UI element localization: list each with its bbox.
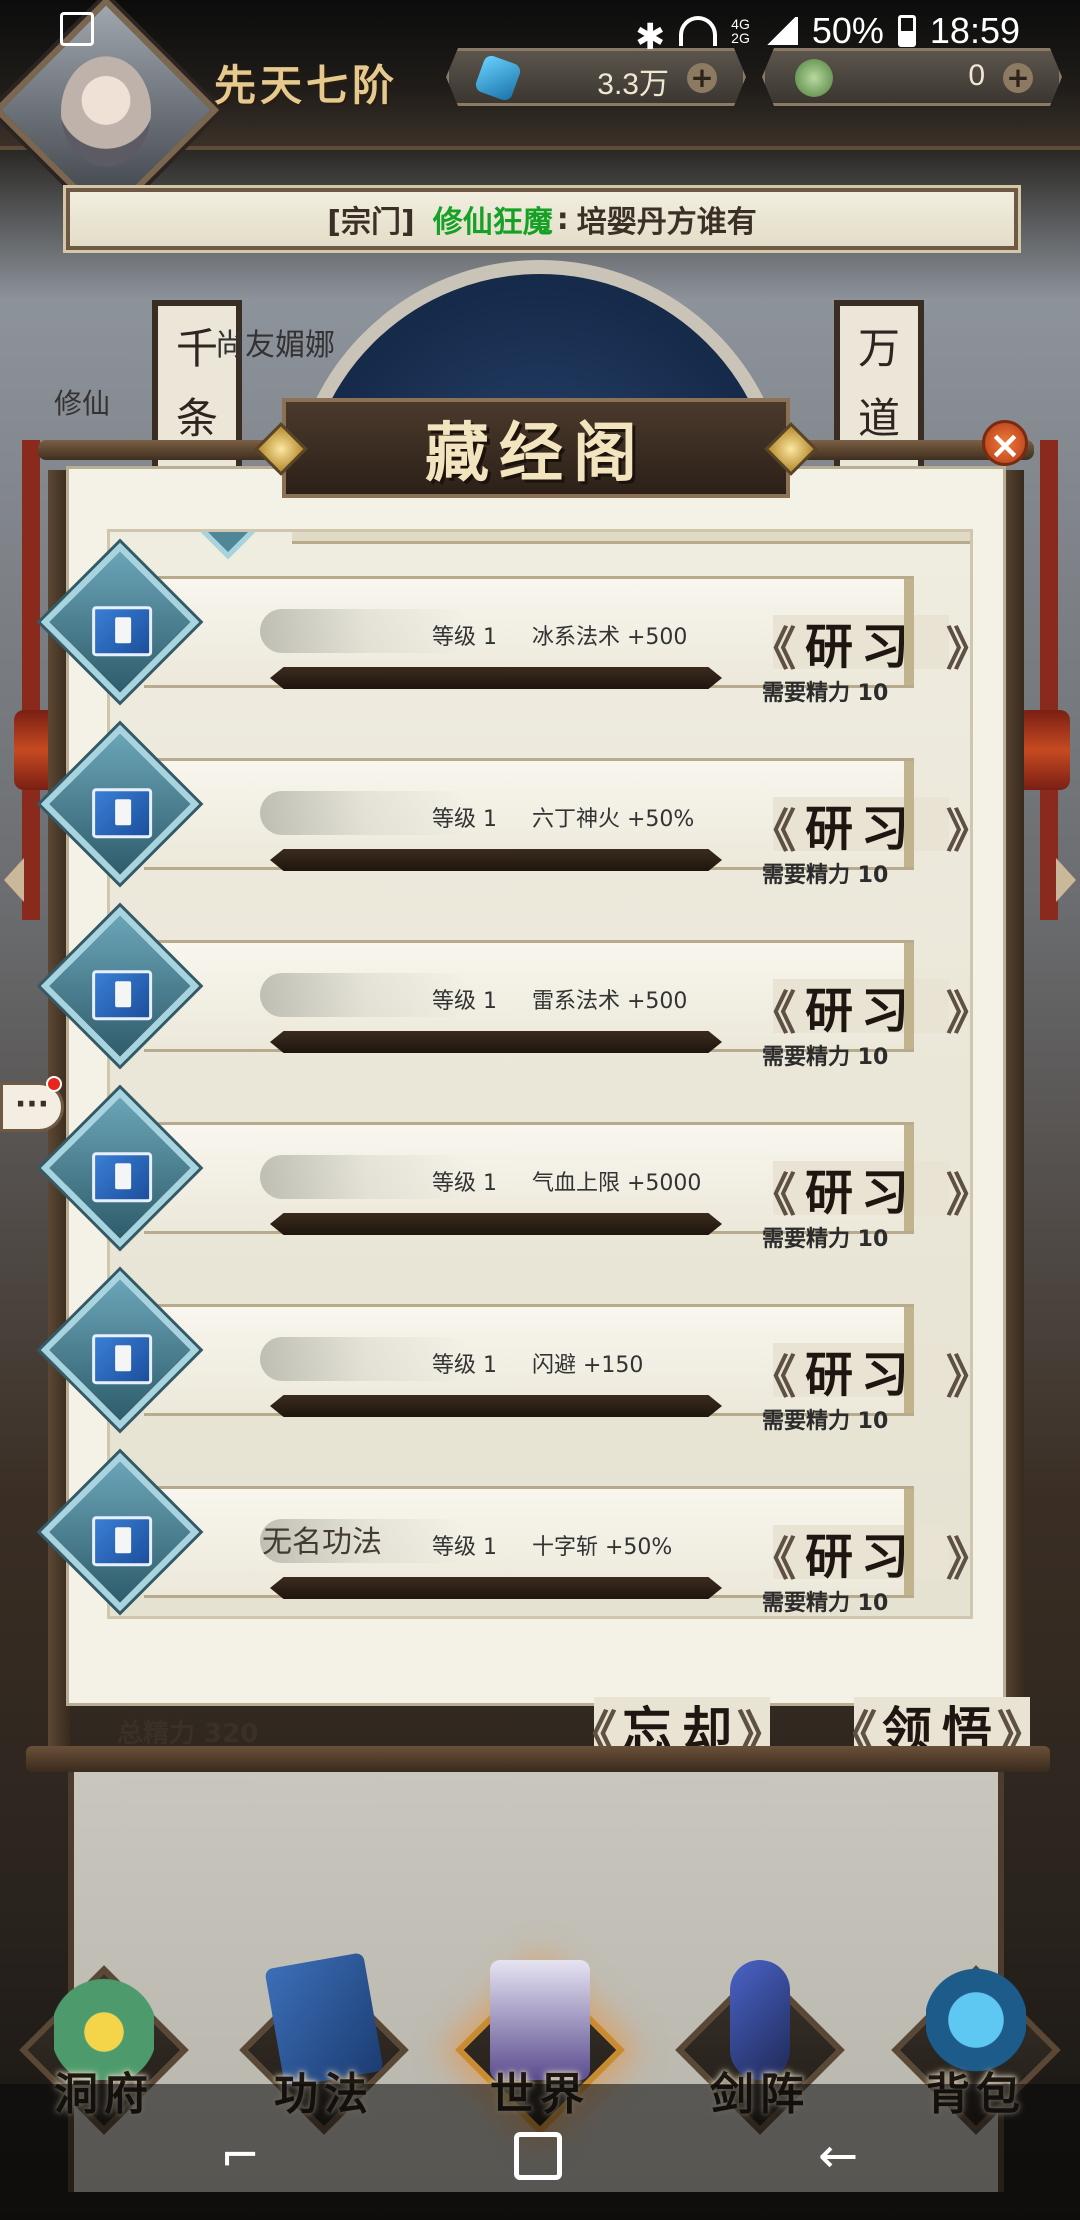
partial-row-card <box>292 532 970 544</box>
skill-progress-bar <box>270 1213 722 1235</box>
clock: 18:59 <box>929 10 1020 51</box>
network-4g: 4G <box>731 16 750 32</box>
jade-value: 0 <box>968 59 985 92</box>
skill-progress-bar <box>270 1031 722 1053</box>
next-arrow-icon[interactable] <box>1056 858 1076 902</box>
network-type: 4G 2G <box>731 17 750 45</box>
skill-card: 等级 1 闪避 +150 研习需要精力 10 <box>144 1304 972 1434</box>
skill-level: 等级 1 <box>432 1171 497 1196</box>
partial-player-value: 修仙 <box>54 387 111 420</box>
network-2g: 2G <box>731 30 750 46</box>
recent-apps-icon[interactable]: ⌐ <box>220 2128 260 2184</box>
energy-requirement: 需要精力 10 <box>762 863 889 888</box>
add-jade-button[interactable]: + <box>1003 63 1033 93</box>
energy-requirement: 需要精力 10 <box>762 1045 889 1070</box>
close-button[interactable]: × <box>982 420 1028 467</box>
skill-level: 等级 1 <box>432 1535 497 1560</box>
spirit-stone-value: 3.3万 <box>597 68 669 101</box>
panel-title-plaque: 藏经阁 <box>254 398 818 498</box>
study-button[interactable]: 研习 <box>750 1341 972 1407</box>
skill-level: 等级 1 <box>432 989 497 1014</box>
book-icon <box>92 1152 153 1203</box>
panel-title: 藏经阁 <box>425 416 647 491</box>
skill-card: 等级 1 六丁神火 +50% 研习需要精力 10 <box>144 758 972 888</box>
skill-effect: 雷系法术 +500 <box>532 989 688 1014</box>
skill-level: 等级 1 <box>432 807 497 832</box>
screenshot-icon <box>60 12 94 46</box>
skill-card: 等级 1 冰系法术 +500 研习需要精力 10 <box>144 576 972 706</box>
skill-row: 等级 1 雷系法术 +500 研习需要精力 10 <box>40 906 972 1070</box>
partial-book-icon <box>196 532 260 560</box>
study-button[interactable]: 研习 <box>750 795 972 861</box>
study-button[interactable]: 研习 <box>750 1159 972 1225</box>
bluetooth-icon: ✱ <box>635 16 666 57</box>
avatar-portrait <box>61 56 151 167</box>
announcement-channel: [宗门] <box>327 205 415 240</box>
announcement-separator: : <box>556 201 569 237</box>
skill-progress-bar <box>270 849 722 871</box>
study-button[interactable]: 研习 <box>750 613 972 679</box>
total-energy: 总精力 320 <box>117 1719 259 1749</box>
right-pillar <box>1040 440 1058 920</box>
panel-bottom-rod <box>26 1746 1050 1772</box>
study-button[interactable]: 研习 <box>750 977 972 1043</box>
home-icon[interactable] <box>514 2132 562 2180</box>
skill-row: 等级 1 冰系法术 +500 研习需要精力 10 <box>40 542 972 706</box>
status-bar: ✱ 4G 2G 50% 18:59 <box>0 0 1080 64</box>
skill-row: 等级 1 六丁神火 +50% 研习需要精力 10 <box>40 724 972 888</box>
skill-card: 无名功法 等级 1 十字斩 +50% 研习需要精力 10 <box>144 1486 972 1616</box>
signal-icon <box>763 17 798 45</box>
skill-effect: 六丁神火 +50% <box>532 807 695 832</box>
book-icon <box>92 1334 153 1385</box>
energy-requirement: 需要精力 10 <box>762 681 889 706</box>
right-lantern <box>1016 710 1070 790</box>
skill-progress-bar <box>270 1577 722 1599</box>
skill-effect: 闪避 +150 <box>532 1353 644 1378</box>
battery-percent: 50% <box>811 10 884 51</box>
partial-row <box>148 532 970 560</box>
system-nav-bar: ⌐ ← <box>0 2084 1080 2220</box>
skill-progress-bar <box>270 1395 722 1417</box>
book-icon <box>92 788 153 839</box>
back-icon[interactable]: ← <box>818 2128 858 2184</box>
energy-requirement: 需要精力 10 <box>762 1591 889 1616</box>
skill-level: 等级 1 <box>432 625 497 650</box>
skill-effect: 气血上限 +5000 <box>532 1171 702 1196</box>
energy-requirement: 需要精力 10 <box>762 1409 889 1434</box>
skill-progress-bar <box>270 667 722 689</box>
sect-announcement[interactable]: [宗门] 修仙狂魔 : 培婴丹方谁有 <box>66 188 1018 250</box>
skill-level: 等级 1 <box>432 1353 497 1378</box>
skill-effect: 十字斩 +50% <box>532 1535 673 1560</box>
announcement-message: 培婴丹方谁有 <box>576 205 757 240</box>
skill-effect: 冰系法术 +500 <box>532 625 688 650</box>
jade-icon <box>795 59 833 97</box>
skill-card: 等级 1 气血上限 +5000 研习需要精力 10 <box>144 1122 972 1252</box>
skill-row: 等级 1 气血上限 +5000 研习需要精力 10 <box>40 1088 972 1252</box>
wifi-icon <box>679 16 718 46</box>
partial-player-name: 尚友媚娜 <box>215 328 335 363</box>
book-icon <box>92 1516 153 1567</box>
book-icon <box>92 970 153 1021</box>
left-pillar <box>22 440 40 920</box>
study-button[interactable]: 研习 <box>750 1523 972 1589</box>
skill-row: 无名功法 等级 1 十字斩 +50% 研习需要精力 10 <box>40 1452 972 1616</box>
add-spirit-stone-button[interactable]: + <box>687 63 717 93</box>
skill-card: 等级 1 雷系法术 +500 研习需要精力 10 <box>144 940 972 1070</box>
notification-dot <box>46 1076 62 1092</box>
announcement-player: 修仙狂魔 <box>432 205 553 240</box>
prev-arrow-icon[interactable] <box>4 858 24 902</box>
energy-requirement: 需要精力 10 <box>762 1227 889 1252</box>
skill-name: 无名功法 <box>262 1525 382 1560</box>
battery-icon <box>897 15 916 47</box>
skill-row: 等级 1 闪避 +150 研习需要精力 10 <box>40 1270 972 1434</box>
book-icon <box>92 606 153 657</box>
